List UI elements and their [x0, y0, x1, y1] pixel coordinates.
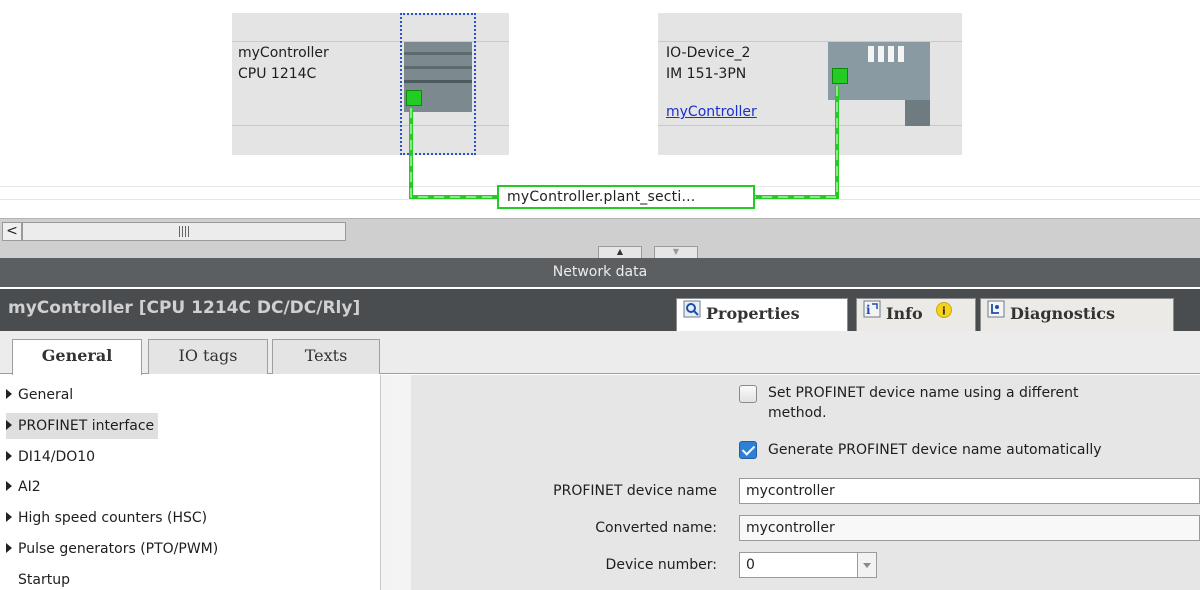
- svg-text:i: i: [942, 305, 946, 318]
- nav-item-ai2[interactable]: AI2: [6, 474, 41, 500]
- expand-arrow-icon[interactable]: [6, 543, 12, 553]
- tab-diagnostics-label: Diagnostics: [1010, 304, 1116, 323]
- converted-name-label: Converted name:: [595, 520, 717, 536]
- nav-item-profinet-interface[interactable]: PROFINET interface: [6, 413, 159, 439]
- tab-info[interactable]: i Info i: [856, 298, 976, 331]
- tab-io-tags[interactable]: IO tags: [148, 339, 268, 374]
- subnet-label[interactable]: myController.plant_secti...: [497, 185, 755, 209]
- tab-properties-label: Properties: [706, 304, 800, 323]
- generate-name-auto-label: Generate PROFINET device name automatica…: [768, 442, 1102, 458]
- nav-item-di14-do10[interactable]: DI14/DO10: [6, 444, 95, 470]
- tab-texts[interactable]: Texts: [272, 339, 380, 374]
- converted-name-input[interactable]: [739, 515, 1200, 541]
- splitter-up-button[interactable]: ▲: [598, 246, 642, 258]
- inspector-title-bar: Network data: [0, 258, 1200, 287]
- expand-arrow-icon[interactable]: [6, 451, 12, 461]
- nav-item-general[interactable]: General: [6, 382, 73, 408]
- set-name-different-method-label-1: Set PROFINET device name using a differe…: [768, 385, 1079, 401]
- object-title: myController [CPU 1214C DC/DC/Rly]: [8, 298, 361, 318]
- property-panel: Set PROFINET device name using a differe…: [411, 375, 1200, 590]
- generate-name-auto-checkbox[interactable]: [739, 441, 757, 459]
- tab-properties[interactable]: Properties: [676, 298, 848, 331]
- scroll-left-arrow[interactable]: <: [2, 222, 22, 241]
- expand-arrow-icon[interactable]: [6, 512, 12, 522]
- device-name-label: PROFINET device name: [553, 483, 717, 499]
- network-view[interactable]: myController CPU 1214C IO-Device_2 IM 15…: [0, 0, 1200, 218]
- expand-arrow-icon[interactable]: [6, 481, 12, 491]
- set-name-different-method-checkbox[interactable]: [739, 385, 757, 403]
- expand-arrow-icon[interactable]: [6, 389, 12, 399]
- property-nav-tree: General PROFINET interface DI14/DO10 AI2…: [0, 375, 390, 590]
- diagnostics-icon: [987, 298, 1005, 328]
- info-icon: i: [936, 298, 953, 328]
- inspector-header: myController [CPU 1214C DC/DC/Rly] Prope…: [0, 289, 1200, 331]
- svg-text:i: i: [866, 303, 871, 317]
- nav-item-hsc[interactable]: High speed counters (HSC): [6, 505, 207, 531]
- splitter-down-button[interactable]: ▼: [654, 246, 698, 258]
- device-number-value: 0: [746, 557, 755, 573]
- inspector-tab-row: General IO tags Texts: [0, 331, 1200, 375]
- chevron-down-icon[interactable]: [857, 552, 877, 578]
- horizontal-scrollbar[interactable]: <: [0, 218, 1200, 244]
- set-name-different-method-label-2: method.: [768, 405, 827, 421]
- tab-info-label: Info: [886, 304, 923, 323]
- tab-general[interactable]: General: [12, 339, 142, 375]
- nav-item-startup[interactable]: Startup: [6, 567, 70, 590]
- magnifier-icon: [683, 298, 701, 328]
- device-number-label: Device number:: [605, 557, 717, 573]
- tab-diagnostics[interactable]: Diagnostics: [980, 298, 1174, 331]
- scroll-grip-icon: [179, 226, 189, 237]
- scroll-thumb[interactable]: [22, 222, 346, 241]
- nav-scrollbar[interactable]: [380, 375, 391, 590]
- expand-arrow-icon[interactable]: [6, 420, 12, 430]
- pane-gap: [391, 375, 411, 590]
- info-tab-icon: i: [863, 298, 881, 328]
- nav-item-pulse-generators[interactable]: Pulse generators (PTO/PWM): [6, 536, 218, 562]
- device-number-select[interactable]: 0: [739, 552, 877, 578]
- pane-splitter[interactable]: ▲ ▼: [0, 244, 1200, 258]
- device-name-input[interactable]: [739, 478, 1200, 504]
